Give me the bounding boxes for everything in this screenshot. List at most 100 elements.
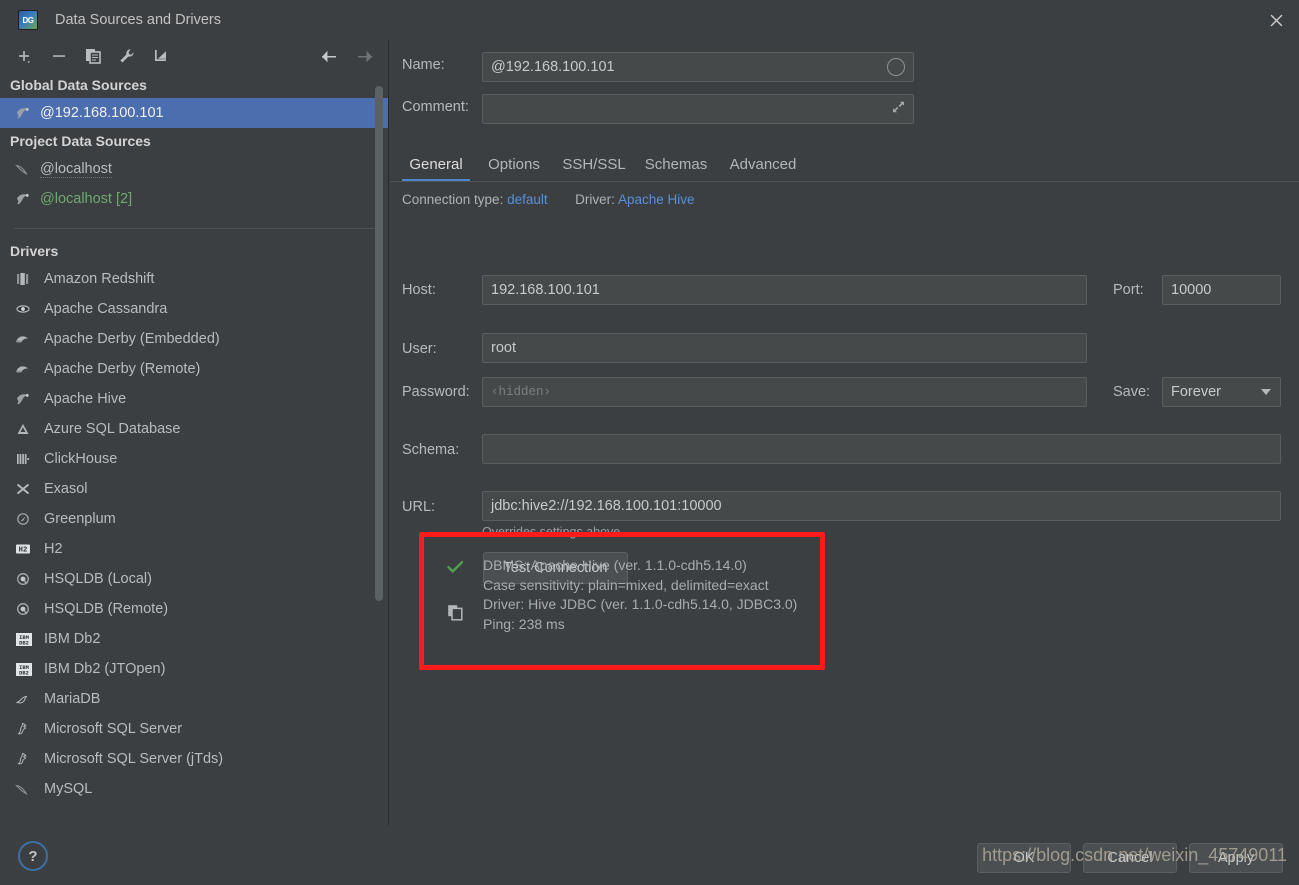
- driver-label: Apache Hive: [44, 391, 126, 407]
- save-value: Forever: [1171, 384, 1221, 400]
- port-input[interactable]: 10000: [1162, 275, 1281, 305]
- project-data-sources-header: Project Data Sources: [0, 128, 388, 154]
- datagrip-icon: [18, 10, 38, 30]
- sidebar-item-global-192-168-100-101[interactable]: @192.168.100.101: [0, 98, 388, 128]
- duplicate-icon[interactable]: [76, 42, 110, 70]
- connection-type-value[interactable]: default: [507, 192, 548, 207]
- driver-label: Exasol: [44, 481, 88, 497]
- hsqldb-icon: [14, 599, 44, 619]
- driver-label: HSQLDB (Local): [44, 571, 152, 587]
- save-dropdown[interactable]: Forever: [1162, 377, 1281, 407]
- driver-item-apache-hive[interactable]: Apache Hive: [0, 384, 388, 414]
- tab-options[interactable]: Options: [480, 146, 548, 182]
- mssql-icon: [14, 719, 44, 739]
- driver-item-microsoft-sql-server[interactable]: Microsoft SQL Server: [0, 714, 388, 744]
- host-value: 192.168.100.101: [491, 282, 600, 298]
- sidebar-item-localhost[interactable]: @localhost: [0, 154, 388, 184]
- name-value: @192.168.100.101: [491, 59, 615, 75]
- driver-label: IBM Db2: [44, 631, 100, 647]
- driver-item-mysql[interactable]: MySQL: [0, 774, 388, 804]
- svg-text:DB2: DB2: [19, 640, 29, 646]
- driver-label: MySQL: [44, 781, 92, 797]
- driver-item-ibm-db2[interactable]: IBM DB2 IBM Db2: [0, 624, 388, 654]
- driver-item-azure-sql-database[interactable]: Azure SQL Database: [0, 414, 388, 444]
- navigate-forward-icon[interactable]: [348, 42, 382, 70]
- driver-item-hsqldb-local[interactable]: HSQLDB (Local): [0, 564, 388, 594]
- sidebar-scrollbar[interactable]: [375, 86, 383, 601]
- sidebar-item-localhost-2[interactable]: @localhost [2]: [0, 184, 388, 214]
- driver-item-ibm-db2-jtopen[interactable]: IBM DB2 IBM Db2 (JTOpen): [0, 654, 388, 684]
- driver-item-apache-derby-remote[interactable]: Apache Derby (Remote): [0, 354, 388, 384]
- password-placeholder: ‹hidden›: [491, 385, 551, 399]
- expand-icon[interactable]: [891, 100, 906, 119]
- ok-button[interactable]: OK: [977, 843, 1071, 873]
- driver-label: Greenplum: [44, 511, 116, 527]
- comment-input[interactable]: [482, 94, 914, 124]
- user-value: root: [491, 340, 516, 356]
- port-label: Port:: [1113, 282, 1144, 298]
- connection-type-label: Connection type:: [402, 192, 503, 207]
- tab-label: Advanced: [730, 156, 797, 173]
- password-input[interactable]: ‹hidden›: [482, 377, 1087, 407]
- color-swatch-icon[interactable]: [887, 58, 905, 76]
- add-icon[interactable]: [8, 42, 42, 70]
- svg-text:DB2: DB2: [19, 670, 29, 676]
- tab-general[interactable]: General: [402, 146, 470, 182]
- tabs-divider: [390, 181, 1299, 182]
- tab-label: SSH/SSL: [562, 156, 625, 173]
- data-sources-panel: Global Data Sources @192.168.100.101 Pro…: [0, 40, 389, 825]
- azure-icon: [14, 419, 44, 439]
- tab-schemas[interactable]: Schemas: [640, 146, 712, 182]
- tab-ssh-ssl[interactable]: SSH/SSL: [558, 146, 630, 182]
- url-input[interactable]: jdbc:hive2://192.168.100.101:10000: [482, 491, 1281, 521]
- window-title: Data Sources and Drivers: [55, 12, 221, 28]
- user-input[interactable]: root: [482, 333, 1087, 363]
- exasol-icon: [14, 479, 44, 499]
- driver-item-clickhouse[interactable]: ClickHouse: [0, 444, 388, 474]
- copy-icon[interactable]: [447, 604, 464, 626]
- connection-type-row: Connection type: default Driver: Apache …: [402, 192, 694, 207]
- close-icon[interactable]: [1253, 0, 1299, 40]
- driver-label: Azure SQL Database: [44, 421, 180, 437]
- driver-label: H2: [44, 541, 63, 557]
- driver-label: Apache Derby (Remote): [44, 361, 200, 377]
- comment-label: Comment:: [402, 99, 469, 115]
- driver-label: Amazon Redshift: [44, 271, 154, 287]
- driver-item-greenplum[interactable]: Greenplum: [0, 504, 388, 534]
- url-value: jdbc:hive2://192.168.100.101:10000: [491, 498, 722, 514]
- driver-label: Apache Derby (Embedded): [44, 331, 220, 347]
- name-input[interactable]: @192.168.100.101: [482, 52, 914, 82]
- remove-icon[interactable]: [42, 42, 76, 70]
- mysql-icon: [14, 160, 40, 178]
- data-source-settings-pane: Name: @192.168.100.101 Comment: General …: [390, 40, 1299, 825]
- help-button[interactable]: ?: [18, 841, 48, 871]
- navigate-back-icon[interactable]: [312, 42, 346, 70]
- hive-icon: [14, 104, 40, 122]
- sidebar-item-label: @localhost: [40, 161, 112, 178]
- driver-item-hsqldb-remote[interactable]: HSQLDB (Remote): [0, 594, 388, 624]
- mssql-icon: [14, 749, 44, 769]
- driver-item-apache-cassandra[interactable]: Apache Cassandra: [0, 294, 388, 324]
- save-label: Save:: [1113, 384, 1150, 400]
- schema-input[interactable]: [482, 434, 1281, 464]
- sidebar-item-label: @localhost [2]: [40, 191, 132, 207]
- result-line: Ping: 238 ms: [483, 615, 797, 635]
- greenplum-icon: [14, 509, 44, 529]
- driver-item-apache-derby-embedded[interactable]: Apache Derby (Embedded): [0, 324, 388, 354]
- db2-icon: IBM DB2: [14, 629, 44, 649]
- host-input[interactable]: 192.168.100.101: [482, 275, 1087, 305]
- cancel-button[interactable]: Cancel: [1083, 843, 1177, 873]
- driver-item-amazon-redshift[interactable]: Amazon Redshift: [0, 264, 388, 294]
- driver-item-mariadb[interactable]: MariaDB: [0, 684, 388, 714]
- tab-advanced[interactable]: Advanced: [722, 146, 804, 182]
- driver-item-microsoft-sql-server-jtds[interactable]: Microsoft SQL Server (jTds): [0, 744, 388, 774]
- wrench-icon[interactable]: [110, 42, 144, 70]
- apply-button[interactable]: Apply: [1189, 843, 1283, 873]
- driver-item-exasol[interactable]: Exasol: [0, 474, 388, 504]
- import-icon[interactable]: [144, 42, 178, 70]
- driver-item-h2[interactable]: H2 H2: [0, 534, 388, 564]
- tab-label: Options: [488, 156, 540, 173]
- driver-value[interactable]: Apache Hive: [618, 192, 695, 207]
- title-bar: Data Sources and Drivers: [0, 0, 1299, 40]
- password-label: Password:: [402, 384, 470, 400]
